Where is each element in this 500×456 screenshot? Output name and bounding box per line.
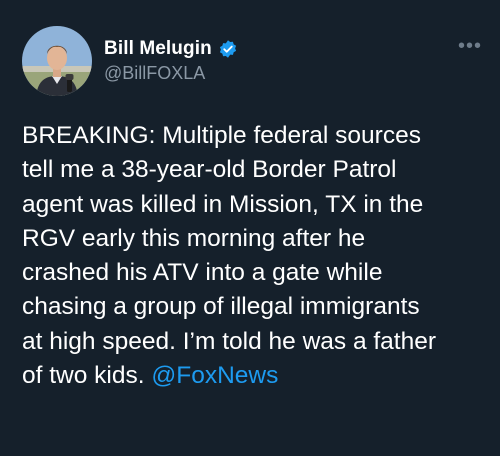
tweet-card: Bill Melugin @BillFOXLA ••• BREAKING: Mu… [0, 0, 500, 456]
avatar[interactable] [22, 26, 92, 96]
tweet-text: BREAKING: Multiple federal sources tell … [22, 119, 492, 393]
tweet-body: BREAKING: Multiple federal sources tell … [22, 122, 437, 390]
avatar-photo [22, 26, 92, 96]
display-name[interactable]: Bill Melugin [104, 38, 212, 60]
verified-badge-icon [218, 39, 238, 59]
mention-link[interactable]: @FoxNews [151, 362, 278, 389]
author-handle[interactable]: @BillFOXLA [104, 63, 205, 84]
more-options-icon[interactable]: ••• [458, 36, 482, 56]
author-name-row[interactable]: Bill Melugin [104, 38, 238, 60]
